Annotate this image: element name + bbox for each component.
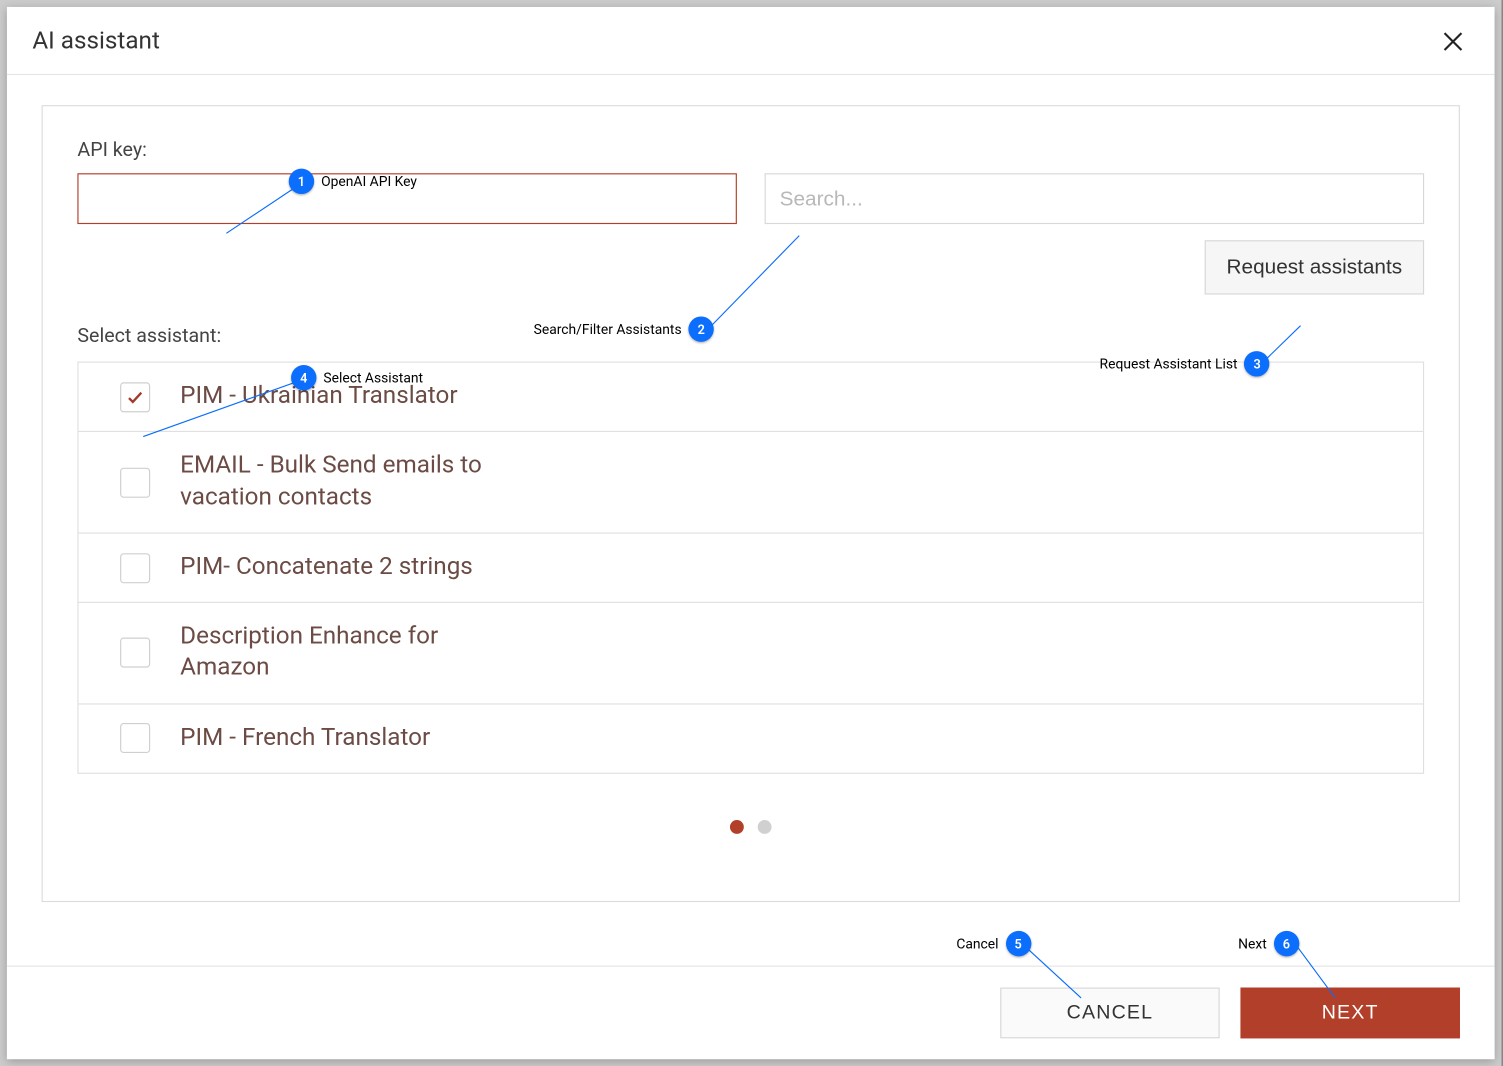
modal-title: AI assistant bbox=[32, 28, 160, 56]
assistant-name: Description Enhance for Amazon bbox=[180, 622, 503, 685]
list-item[interactable]: PIM - French Translator bbox=[79, 704, 1423, 772]
annotation: Next 6 bbox=[1238, 931, 1299, 956]
request-assistants-button[interactable]: Request assistants bbox=[1205, 240, 1425, 294]
assistant-name: PIM - Ukrainian Translator bbox=[180, 381, 457, 413]
assistant-name: EMAIL - Bulk Send emails to vacation con… bbox=[180, 451, 503, 514]
list-item[interactable]: PIM - Ukrainian Translator bbox=[79, 363, 1423, 433]
annotation-text: Cancel bbox=[956, 936, 998, 952]
cancel-button[interactable]: CANCEL bbox=[1000, 988, 1219, 1039]
list-item[interactable]: EMAIL - Bulk Send emails to vacation con… bbox=[79, 432, 1423, 533]
annotation-text: Next bbox=[1238, 936, 1267, 952]
assistant-list: PIM - Ukrainian Translator EMAIL - Bulk … bbox=[77, 362, 1424, 774]
check-icon bbox=[126, 388, 144, 406]
ai-assistant-modal: AI assistant API key: Request assistants… bbox=[7, 7, 1495, 1059]
select-assistant-label: Select assistant: bbox=[77, 325, 1424, 348]
checkbox[interactable] bbox=[120, 553, 150, 583]
page-dot[interactable] bbox=[730, 820, 744, 834]
checkbox[interactable] bbox=[120, 638, 150, 668]
checkbox[interactable] bbox=[120, 467, 150, 497]
assistant-name: PIM - French Translator bbox=[180, 723, 430, 755]
modal-body: API key: Request assistants Select assis… bbox=[7, 75, 1495, 914]
checkbox[interactable] bbox=[120, 724, 150, 754]
modal-footer: CANCEL NEXT bbox=[7, 966, 1495, 1060]
annotation: Cancel 5 bbox=[956, 931, 1031, 956]
list-item[interactable]: Description Enhance for Amazon bbox=[79, 603, 1423, 704]
checkbox[interactable] bbox=[120, 382, 150, 412]
request-row: Request assistants bbox=[77, 240, 1424, 294]
list-item[interactable]: PIM- Concatenate 2 strings bbox=[79, 533, 1423, 603]
close-icon bbox=[1440, 29, 1465, 54]
api-key-input[interactable] bbox=[77, 173, 737, 224]
annotation-badge: 5 bbox=[1005, 931, 1030, 956]
close-button[interactable] bbox=[1437, 25, 1469, 57]
search-input[interactable] bbox=[765, 173, 1425, 224]
input-row bbox=[77, 173, 1424, 224]
api-key-label: API key: bbox=[77, 139, 1424, 162]
pagination-dots bbox=[77, 820, 1424, 834]
modal-header: AI assistant bbox=[7, 7, 1495, 75]
page-dot[interactable] bbox=[758, 820, 772, 834]
annotation-badge: 6 bbox=[1274, 931, 1299, 956]
config-panel: API key: Request assistants Select assis… bbox=[42, 105, 1460, 902]
assistant-name: PIM- Concatenate 2 strings bbox=[180, 552, 473, 584]
next-button[interactable]: NEXT bbox=[1240, 988, 1459, 1039]
